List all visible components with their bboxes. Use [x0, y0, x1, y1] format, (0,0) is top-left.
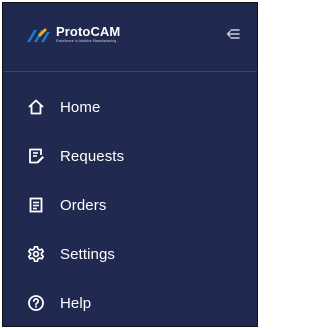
sidebar-item-orders[interactable]: Orders — [3, 185, 257, 225]
sidebar-item-help[interactable]: Help — [3, 283, 257, 323]
sidebar-item-label: Orders — [60, 196, 107, 214]
sidebar-header: ProtoCAM Excellence in Additive Manufact… — [3, 3, 257, 72]
settings-gear-icon — [27, 245, 45, 263]
protocam-logo-icon — [27, 27, 50, 42]
sidebar-item-label: Help — [60, 294, 92, 312]
requests-icon — [27, 147, 45, 165]
brand-text: ProtoCAM Excellence in Additive Manufact… — [56, 25, 120, 44]
sidebar-item-label: Requests — [60, 147, 125, 165]
sidebar-item-settings[interactable]: Settings — [3, 234, 257, 274]
brand-name: ProtoCAM — [56, 24, 121, 39]
collapse-sidebar-button[interactable] — [225, 27, 241, 41]
orders-icon — [27, 196, 45, 214]
sidebar: ProtoCAM Excellence in Additive Manufact… — [2, 2, 258, 327]
sidebar-item-label: Home — [60, 98, 101, 116]
sidebar-item-home[interactable]: Home — [3, 87, 257, 127]
brand-logo[interactable]: ProtoCAM Excellence in Additive Manufact… — [25, 25, 120, 44]
help-icon — [27, 294, 45, 312]
sidebar-item-requests[interactable]: Requests — [3, 136, 257, 176]
collapse-menu-icon — [226, 29, 240, 39]
home-icon — [27, 98, 45, 116]
brand-tagline: Excellence in Additive Manufacturing — [56, 39, 117, 43]
sidebar-item-label: Settings — [60, 245, 115, 263]
